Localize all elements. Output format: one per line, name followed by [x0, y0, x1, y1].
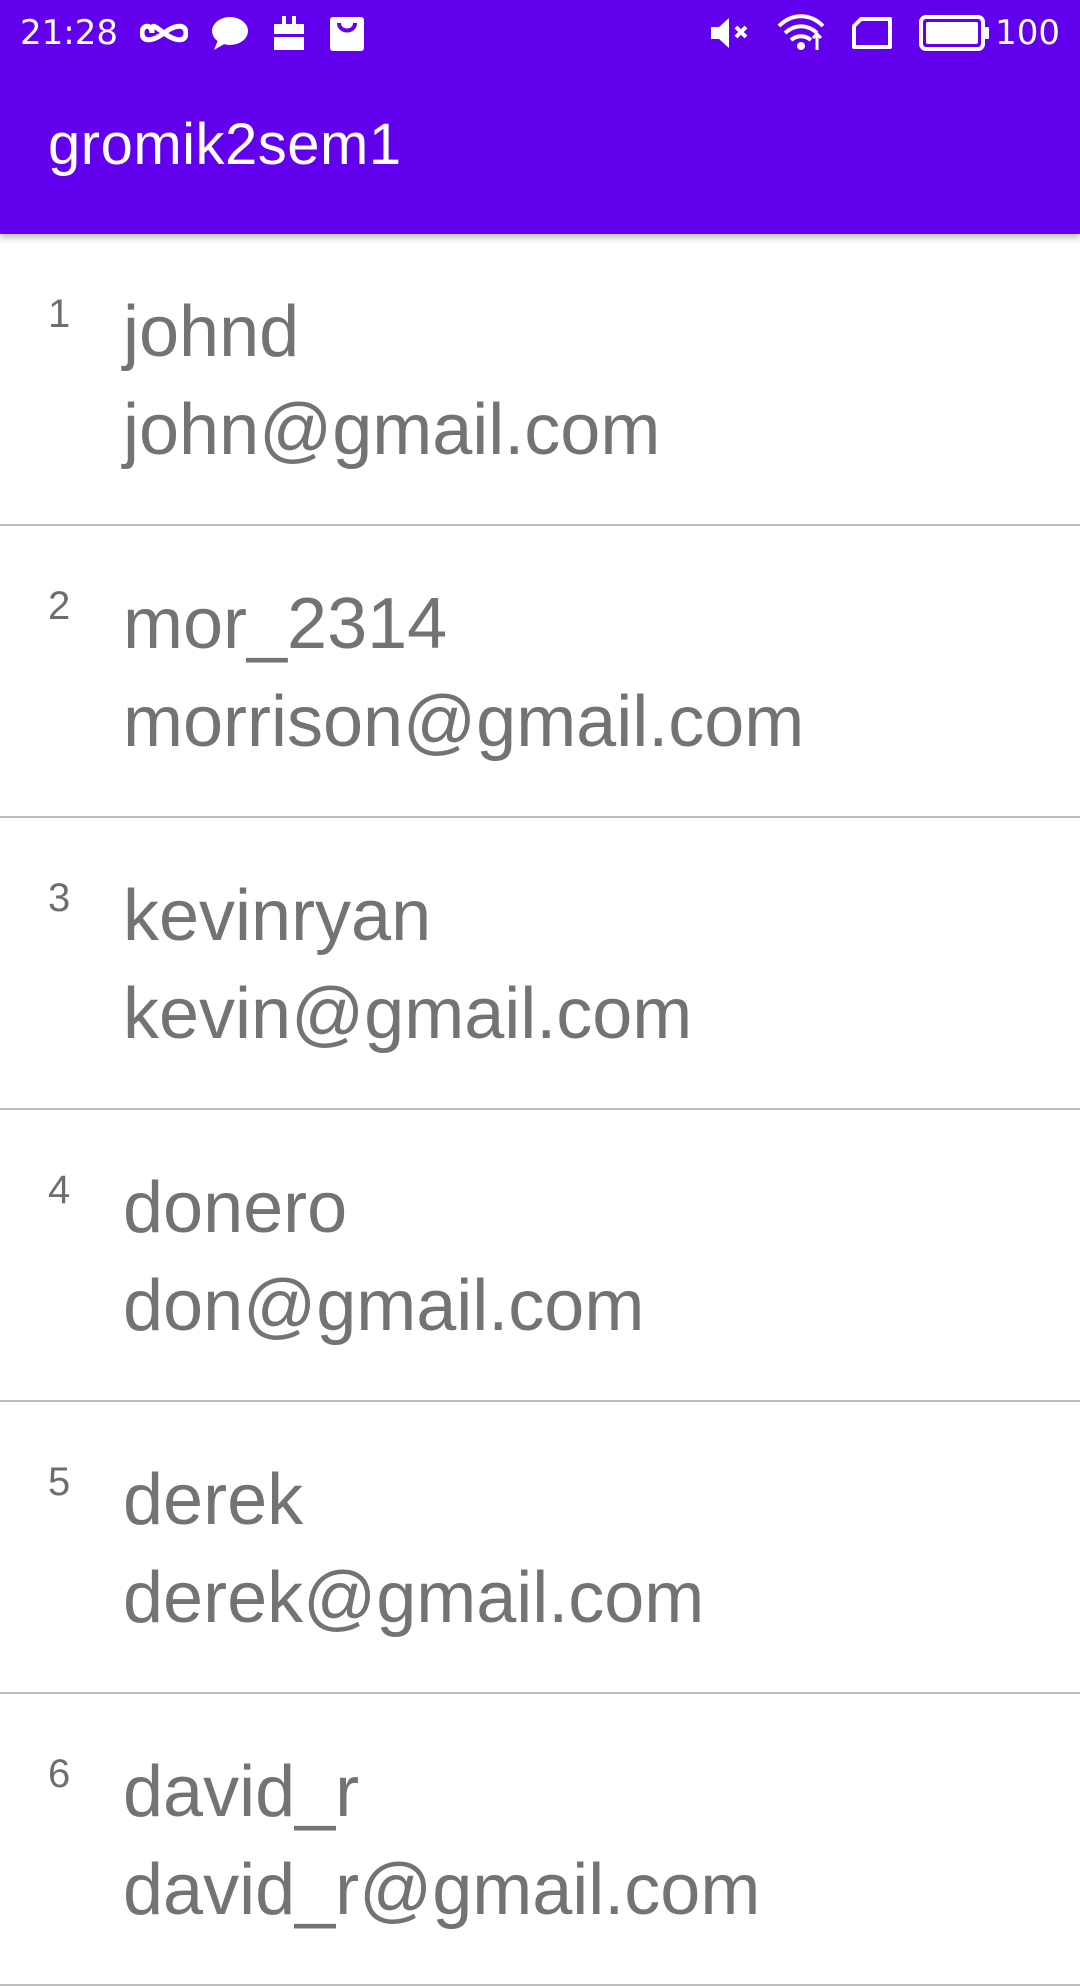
- item-username: johnd: [123, 292, 300, 372]
- item-email: morrison@gmail.com: [123, 682, 805, 762]
- user-list[interactable]: 1 johnd john@gmail.com 2 mor_2314 morris…: [0, 234, 1080, 1986]
- item-index: 4: [48, 1168, 71, 1212]
- item-username: derek: [123, 1460, 304, 1540]
- item-index: 2: [48, 584, 71, 628]
- item-email: don@gmail.com: [123, 1266, 645, 1346]
- item-index: 1: [48, 292, 71, 336]
- chat-bubble-icon: [210, 13, 250, 53]
- status-bar-left: 21:28: [20, 13, 366, 53]
- item-index: 3: [48, 876, 71, 920]
- item-username: donero: [123, 1168, 348, 1248]
- shopping-bag-icon: [328, 13, 366, 53]
- list-item[interactable]: 6 david_r david_r@gmail.com: [0, 1694, 1080, 1986]
- item-username: mor_2314: [123, 584, 448, 664]
- volume-muted-icon: [709, 13, 751, 53]
- battery-icon: [919, 13, 991, 53]
- item-email: kevin@gmail.com: [123, 974, 693, 1054]
- item-index: 5: [48, 1460, 71, 1504]
- status-time: 21:28: [20, 13, 118, 53]
- infinity-icon: [139, 13, 188, 53]
- app-bar: gromik2sem1: [0, 66, 1080, 234]
- status-bar-right: 100: [709, 13, 1060, 53]
- briefcase-icon: [272, 13, 306, 53]
- item-username: kevinryan: [123, 876, 432, 956]
- item-username: david_r: [123, 1752, 360, 1832]
- battery-level: 100: [995, 13, 1060, 53]
- list-item[interactable]: 5 derek derek@gmail.com: [0, 1402, 1080, 1694]
- item-email: john@gmail.com: [123, 390, 661, 470]
- item-index: 6: [48, 1752, 71, 1796]
- list-item[interactable]: 3 kevinryan kevin@gmail.com: [0, 818, 1080, 1110]
- list-item[interactable]: 1 johnd john@gmail.com: [0, 234, 1080, 526]
- wifi-icon: [777, 13, 825, 53]
- app-title: gromik2sem1: [48, 111, 402, 177]
- item-email: derek@gmail.com: [123, 1558, 705, 1638]
- list-item[interactable]: 2 mor_2314 morrison@gmail.com: [0, 526, 1080, 818]
- list-item[interactable]: 4 donero don@gmail.com: [0, 1110, 1080, 1402]
- status-bar: 21:28 100: [0, 0, 1080, 66]
- item-email: david_r@gmail.com: [123, 1850, 761, 1930]
- screen-rotation-icon: [851, 13, 893, 53]
